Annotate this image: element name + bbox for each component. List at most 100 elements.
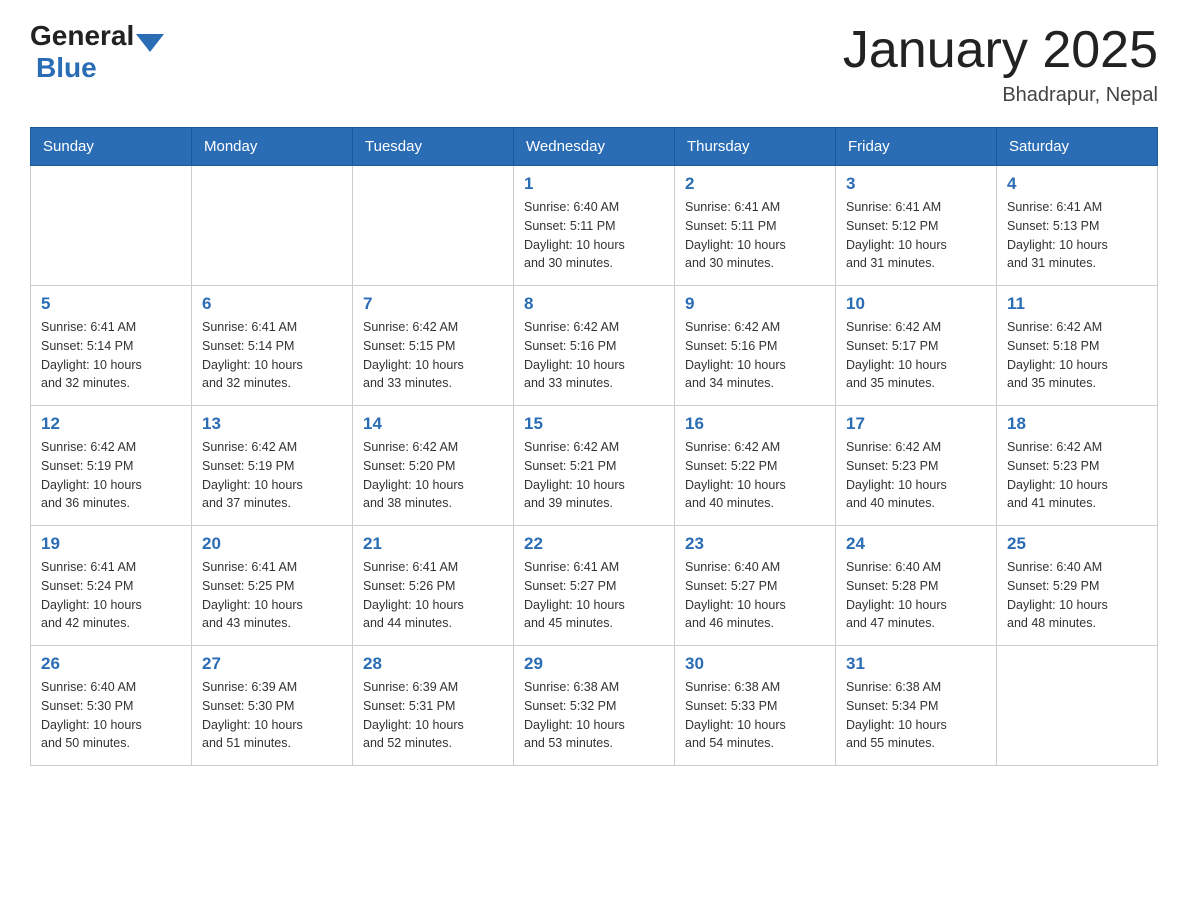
cell-date-number: 22	[524, 534, 664, 554]
calendar-cell: 16 Sunrise: 6:42 AMSunset: 5:22 PMDayligh…	[675, 406, 836, 526]
cell-info-text: Sunrise: 6:42 AMSunset: 5:16 PMDaylight:…	[685, 318, 825, 393]
calendar-cell: 19Sunrise: 6:41 AMSunset: 5:24 PMDayligh…	[31, 526, 192, 646]
weekday-header-thursday: Thursday	[675, 128, 836, 166]
cell-date-number: 14	[363, 414, 503, 434]
cell-info-text: Sunrise: 6:41 AMSunset: 5:27 PMDaylight:…	[524, 558, 664, 633]
cell-info-text: Sunrise: 6:42 AMSunset: 5:23 PMDaylight:…	[1007, 438, 1147, 513]
calendar-cell: 27 Sunrise: 6:39 AMSunset: 5:30 PMDayligh…	[192, 646, 353, 766]
cell-date-number: 3	[846, 174, 986, 194]
cell-date-number: 12	[41, 414, 181, 434]
calendar-cell: 13 Sunrise: 6:42 AMSunset: 5:19 PMDayligh…	[192, 406, 353, 526]
cell-info-text: Sunrise: 6:42 AMSunset: 5:18 PMDaylight:…	[1007, 318, 1147, 393]
cell-date-number: 11	[1007, 294, 1147, 314]
calendar-cell: 1 Sunrise: 6:40 AMSunset: 5:11 PMDaylight…	[514, 166, 675, 286]
cell-date-number: 13	[202, 414, 342, 434]
calendar-cell: 17 Sunrise: 6:42 AMSunset: 5:23 PMDayligh…	[836, 406, 997, 526]
cell-info-text: Sunrise: 6:40 AMSunset: 5:27 PMDaylight:…	[685, 558, 825, 633]
cell-info-text: Sunrise: 6:42 AMSunset: 5:16 PMDaylight:…	[524, 318, 664, 393]
cell-date-number: 23	[685, 534, 825, 554]
calendar-table: SundayMondayTuesdayWednesdayThursdayFrid…	[30, 127, 1158, 766]
calendar-cell: 26Sunrise: 6:40 AMSunset: 5:30 PMDayligh…	[31, 646, 192, 766]
cell-date-number: 9	[685, 294, 825, 314]
calendar-cell: 12Sunrise: 6:42 AMSunset: 5:19 PMDayligh…	[31, 406, 192, 526]
cell-date-number: 19	[41, 534, 181, 554]
weekday-header-friday: Friday	[836, 128, 997, 166]
cell-date-number: 6	[202, 294, 342, 314]
calendar-cell: 10Sunrise: 6:42 AMSunset: 5:17 PMDayligh…	[836, 286, 997, 406]
cell-info-text: Sunrise: 6:41 AMSunset: 5:13 PMDaylight:…	[1007, 198, 1147, 273]
cell-info-text: Sunrise: 6:39 AMSunset: 5:30 PMDaylight:…	[202, 678, 342, 753]
calendar-cell: 14 Sunrise: 6:42 AMSunset: 5:20 PMDayligh…	[353, 406, 514, 526]
cell-info-text: Sunrise: 6:40 AMSunset: 5:28 PMDaylight:…	[846, 558, 986, 633]
calendar-cell: 25 Sunrise: 6:40 AMSunset: 5:29 PMDayligh…	[997, 526, 1158, 646]
cell-info-text: Sunrise: 6:39 AMSunset: 5:31 PMDaylight:…	[363, 678, 503, 753]
logo: General Blue	[30, 20, 164, 84]
weekday-header-monday: Monday	[192, 128, 353, 166]
cell-date-number: 25	[1007, 534, 1147, 554]
calendar-cell: 9 Sunrise: 6:42 AMSunset: 5:16 PMDaylight…	[675, 286, 836, 406]
calendar-cell: 29 Sunrise: 6:38 AMSunset: 5:32 PMDayligh…	[514, 646, 675, 766]
calendar-header: SundayMondayTuesdayWednesdayThursdayFrid…	[31, 128, 1158, 166]
cell-info-text: Sunrise: 6:40 AMSunset: 5:29 PMDaylight:…	[1007, 558, 1147, 633]
cell-date-number: 4	[1007, 174, 1147, 194]
cell-info-text: Sunrise: 6:41 AMSunset: 5:26 PMDaylight:…	[363, 558, 503, 633]
cell-info-text: Sunrise: 6:42 AMSunset: 5:22 PMDaylight:…	[685, 438, 825, 513]
calendar-cell: 23 Sunrise: 6:40 AMSunset: 5:27 PMDayligh…	[675, 526, 836, 646]
cell-info-text: Sunrise: 6:41 AMSunset: 5:12 PMDaylight:…	[846, 198, 986, 273]
cell-date-number: 5	[41, 294, 181, 314]
cell-date-number: 27	[202, 654, 342, 674]
calendar-cell: 4 Sunrise: 6:41 AMSunset: 5:13 PMDaylight…	[997, 166, 1158, 286]
weekday-header-sunday: Sunday	[31, 128, 192, 166]
cell-info-text: Sunrise: 6:41 AMSunset: 5:14 PMDaylight:…	[202, 318, 342, 393]
cell-info-text: Sunrise: 6:42 AMSunset: 5:15 PMDaylight:…	[363, 318, 503, 393]
calendar-cell: 18 Sunrise: 6:42 AMSunset: 5:23 PMDayligh…	[997, 406, 1158, 526]
cell-date-number: 1	[524, 174, 664, 194]
calendar-cell: 5Sunrise: 6:41 AMSunset: 5:14 PMDaylight…	[31, 286, 192, 406]
cell-date-number: 16	[685, 414, 825, 434]
calendar-week-row: 26Sunrise: 6:40 AMSunset: 5:30 PMDayligh…	[31, 646, 1158, 766]
cell-info-text: Sunrise: 6:40 AMSunset: 5:11 PMDaylight:…	[524, 198, 664, 273]
cell-date-number: 26	[41, 654, 181, 674]
calendar-cell: 30Sunrise: 6:38 AMSunset: 5:33 PMDayligh…	[675, 646, 836, 766]
calendar-cell: 11 Sunrise: 6:42 AMSunset: 5:18 PMDayligh…	[997, 286, 1158, 406]
cell-date-number: 31	[846, 654, 986, 674]
cell-date-number: 30	[685, 654, 825, 674]
cell-info-text: Sunrise: 6:38 AMSunset: 5:34 PMDaylight:…	[846, 678, 986, 753]
cell-info-text: Sunrise: 6:42 AMSunset: 5:21 PMDaylight:…	[524, 438, 664, 513]
cell-date-number: 29	[524, 654, 664, 674]
location-subtitle: Bhadrapur, Nepal	[843, 84, 1158, 107]
calendar-cell: 24 Sunrise: 6:40 AMSunset: 5:28 PMDayligh…	[836, 526, 997, 646]
cell-info-text: Sunrise: 6:38 AMSunset: 5:32 PMDaylight:…	[524, 678, 664, 753]
cell-info-text: Sunrise: 6:42 AMSunset: 5:20 PMDaylight:…	[363, 438, 503, 513]
cell-info-text: Sunrise: 6:42 AMSunset: 5:23 PMDaylight:…	[846, 438, 986, 513]
cell-date-number: 15	[524, 414, 664, 434]
weekday-header-wednesday: Wednesday	[514, 128, 675, 166]
cell-date-number: 24	[846, 534, 986, 554]
calendar-cell	[997, 646, 1158, 766]
calendar-cell: 8Sunrise: 6:42 AMSunset: 5:16 PMDaylight…	[514, 286, 675, 406]
calendar-week-row: 19Sunrise: 6:41 AMSunset: 5:24 PMDayligh…	[31, 526, 1158, 646]
month-title: January 2025	[843, 20, 1158, 80]
calendar-cell: 31 Sunrise: 6:38 AMSunset: 5:34 PMDayligh…	[836, 646, 997, 766]
cell-info-text: Sunrise: 6:42 AMSunset: 5:19 PMDaylight:…	[202, 438, 342, 513]
cell-info-text: Sunrise: 6:41 AMSunset: 5:11 PMDaylight:…	[685, 198, 825, 273]
cell-info-text: Sunrise: 6:41 AMSunset: 5:25 PMDaylight:…	[202, 558, 342, 633]
cell-date-number: 17	[846, 414, 986, 434]
calendar-cell	[31, 166, 192, 286]
title-section: January 2025 Bhadrapur, Nepal	[843, 20, 1158, 107]
cell-date-number: 21	[363, 534, 503, 554]
weekday-header-row: SundayMondayTuesdayWednesdayThursdayFrid…	[31, 128, 1158, 166]
calendar-cell: 15 Sunrise: 6:42 AMSunset: 5:21 PMDayligh…	[514, 406, 675, 526]
cell-info-text: Sunrise: 6:42 AMSunset: 5:17 PMDaylight:…	[846, 318, 986, 393]
calendar-cell: 20 Sunrise: 6:41 AMSunset: 5:25 PMDayligh…	[192, 526, 353, 646]
cell-date-number: 20	[202, 534, 342, 554]
calendar-cell: 22 Sunrise: 6:41 AMSunset: 5:27 PMDayligh…	[514, 526, 675, 646]
logo-arrow-icon	[136, 34, 164, 52]
cell-date-number: 18	[1007, 414, 1147, 434]
calendar-cell: 28 Sunrise: 6:39 AMSunset: 5:31 PMDayligh…	[353, 646, 514, 766]
calendar-cell: 21 Sunrise: 6:41 AMSunset: 5:26 PMDayligh…	[353, 526, 514, 646]
calendar-cell	[192, 166, 353, 286]
cell-date-number: 2	[685, 174, 825, 194]
weekday-header-saturday: Saturday	[997, 128, 1158, 166]
cell-date-number: 28	[363, 654, 503, 674]
